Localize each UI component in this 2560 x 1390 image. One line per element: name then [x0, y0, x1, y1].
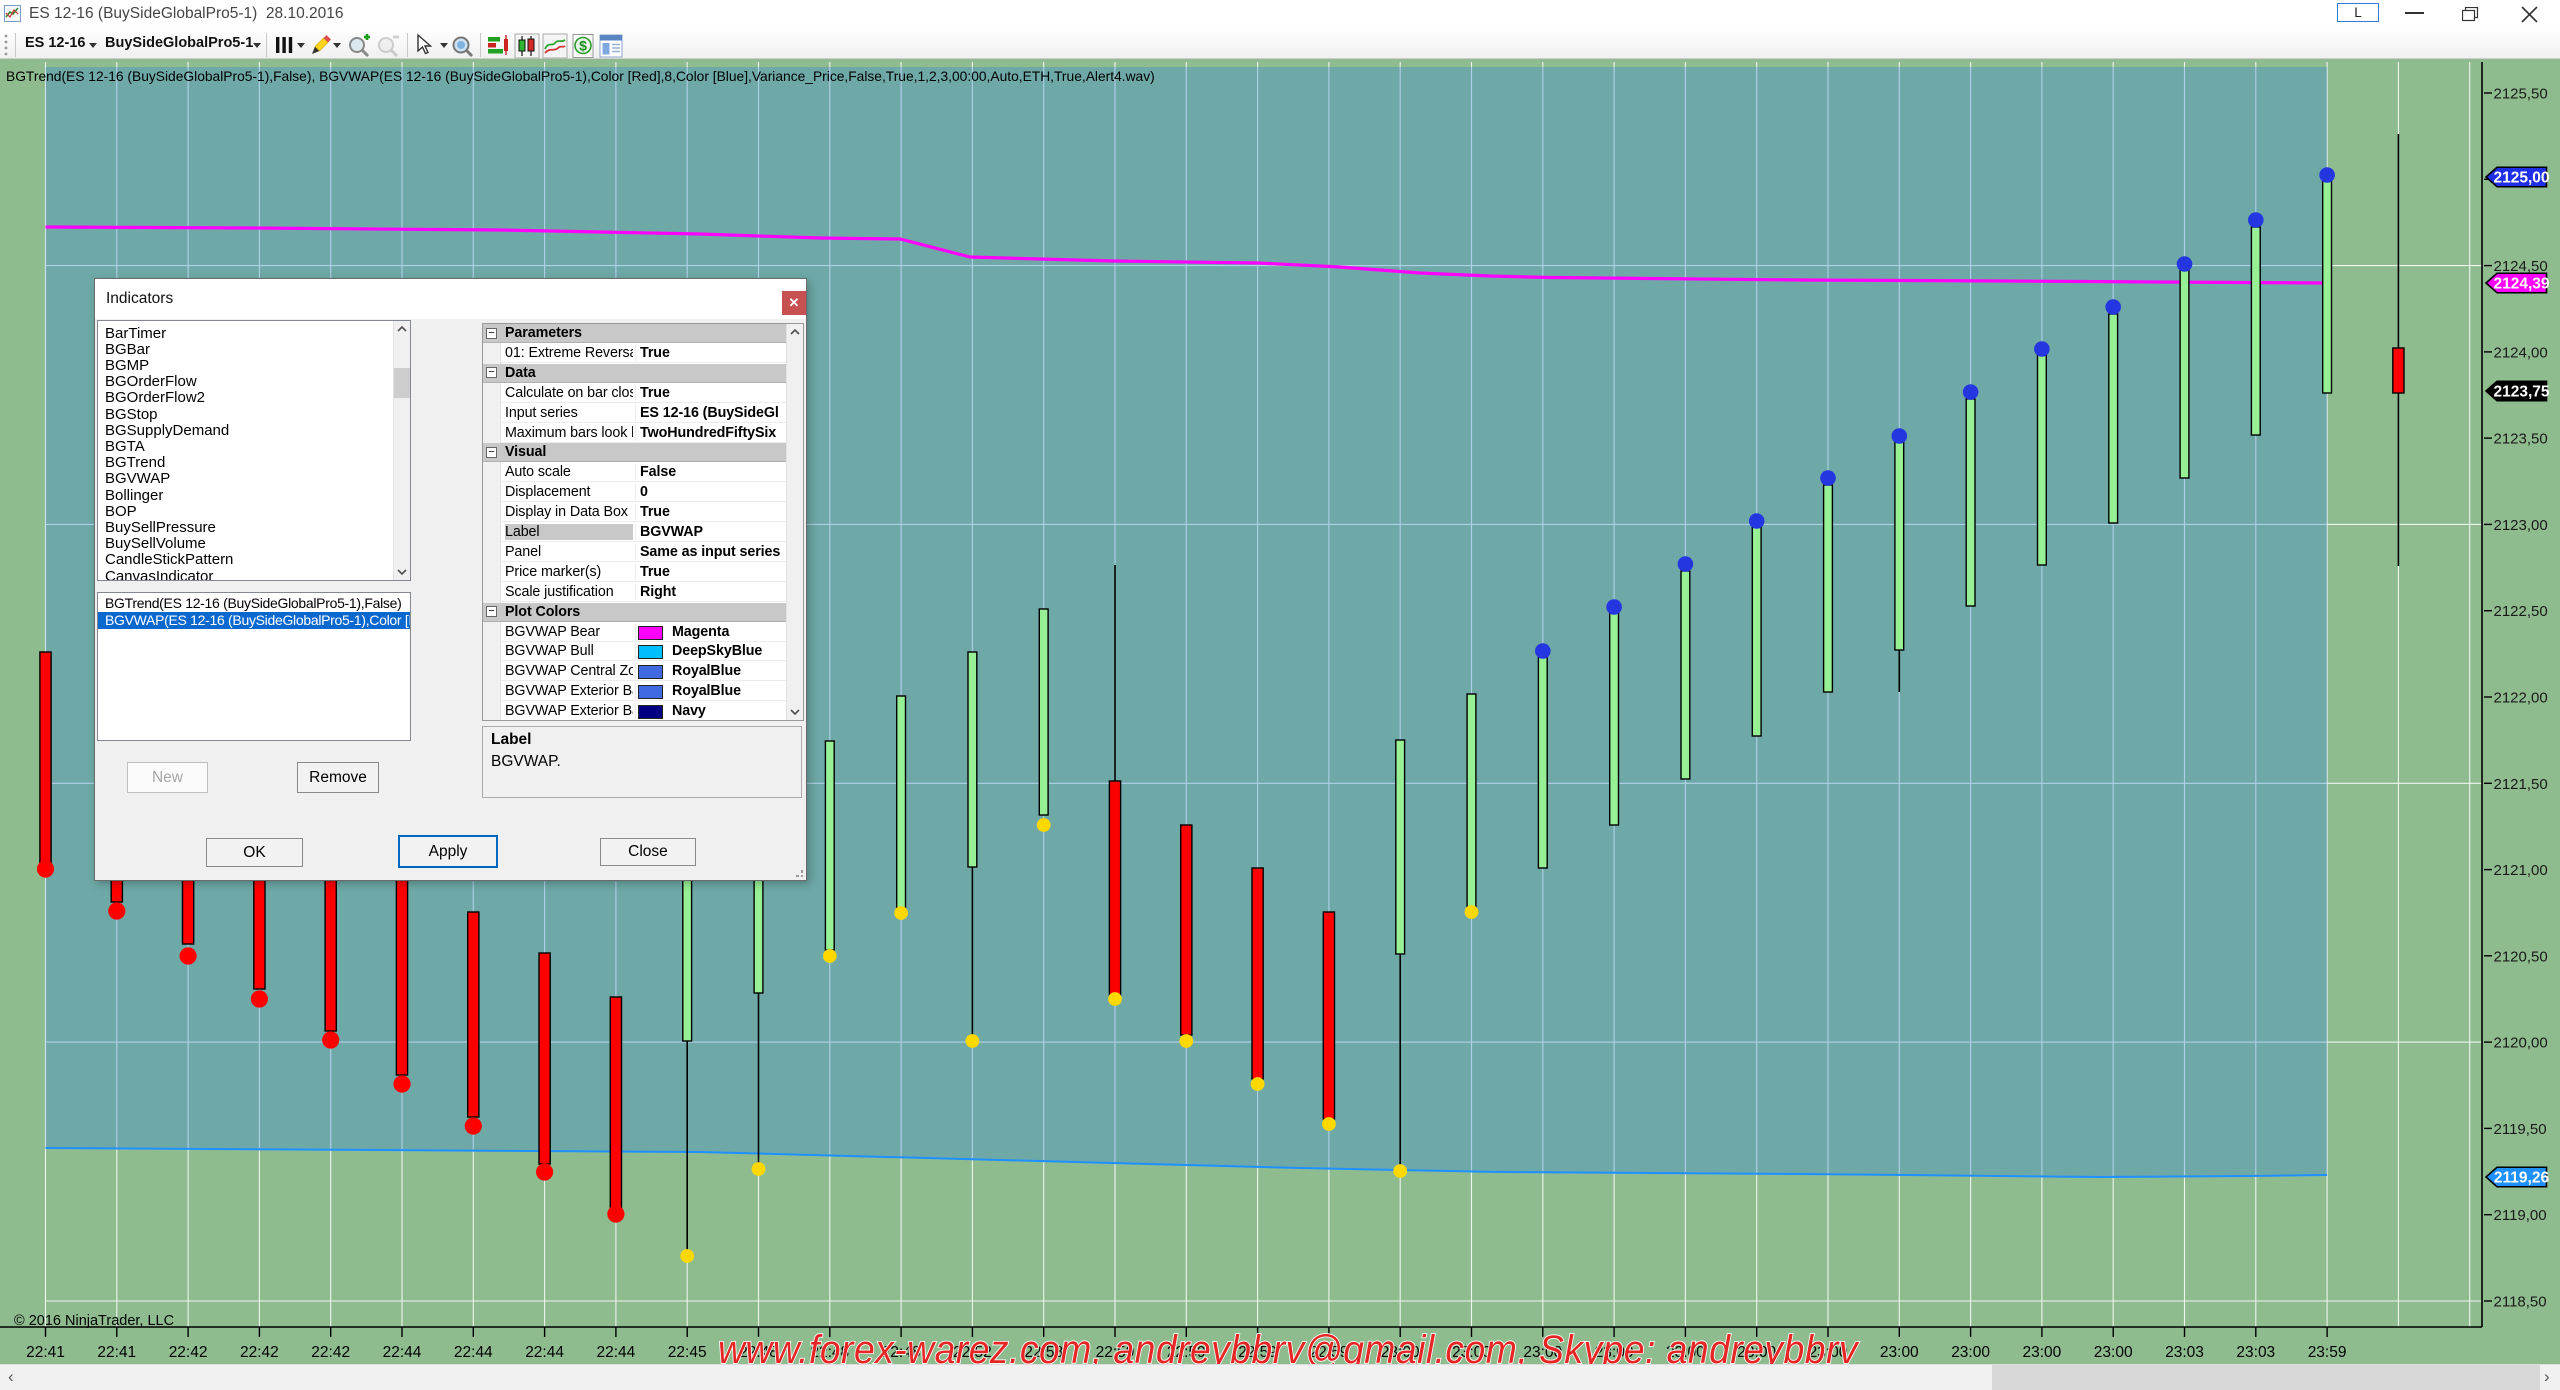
svg-text:2125,00: 2125,00: [2493, 170, 2549, 187]
svg-text:23:03: 23:03: [2165, 1344, 2204, 1361]
svg-text:23:00: 23:00: [2023, 1344, 2062, 1361]
svg-text:2118,50: 2118,50: [2494, 1294, 2547, 1311]
svg-text:2121,00: 2121,00: [2494, 862, 2548, 879]
svg-text:2123,75: 2123,75: [2493, 384, 2549, 401]
svg-text:2122,50: 2122,50: [2494, 603, 2548, 620]
svg-text:2120,00: 2120,00: [2494, 1035, 2548, 1052]
svg-text:2119,00: 2119,00: [2494, 1207, 2547, 1224]
svg-text:22:45: 22:45: [668, 1344, 707, 1361]
svg-text:22:41: 22:41: [26, 1344, 65, 1361]
svg-text:22:44: 22:44: [525, 1344, 564, 1361]
svg-text:© 2016 NinjaTrader, LLC: © 2016 NinjaTrader, LLC: [14, 1313, 174, 1329]
svg-text:22:41: 22:41: [97, 1344, 136, 1361]
svg-text:23:00: 23:00: [1880, 1344, 1919, 1361]
svg-text:22:44: 22:44: [597, 1344, 636, 1361]
svg-text:22:42: 22:42: [311, 1344, 350, 1361]
svg-text:BGTrend(ES 12-16 (BuySideGloba: BGTrend(ES 12-16 (BuySideGlobalPro5-1),F…: [6, 69, 1155, 84]
svg-text:2122,00: 2122,00: [2494, 690, 2548, 707]
svg-text:2125,50: 2125,50: [2494, 86, 2548, 103]
svg-text:23:00: 23:00: [2094, 1344, 2133, 1361]
svg-text:2124,00: 2124,00: [2494, 344, 2548, 361]
svg-text:2119,26: 2119,26: [2494, 1170, 2550, 1187]
svg-text:23:59: 23:59: [2308, 1344, 2347, 1361]
svg-text:$: $: [579, 38, 587, 54]
svg-text:23:00: 23:00: [1951, 1344, 1990, 1361]
svg-text:22:44: 22:44: [383, 1344, 422, 1361]
svg-text:2119,50: 2119,50: [2494, 1121, 2547, 1138]
svg-text:2123,00: 2123,00: [2494, 517, 2548, 534]
svg-text:2124,39: 2124,39: [2493, 276, 2549, 293]
svg-text:22:42: 22:42: [240, 1344, 279, 1361]
svg-text:2123,50: 2123,50: [2494, 431, 2548, 448]
svg-text:22:42: 22:42: [169, 1344, 208, 1361]
svg-text:23:03: 23:03: [2236, 1344, 2275, 1361]
svg-text:22:44: 22:44: [454, 1344, 493, 1361]
svg-text:2120,50: 2120,50: [2494, 948, 2548, 965]
svg-text:2121,50: 2121,50: [2494, 776, 2548, 793]
